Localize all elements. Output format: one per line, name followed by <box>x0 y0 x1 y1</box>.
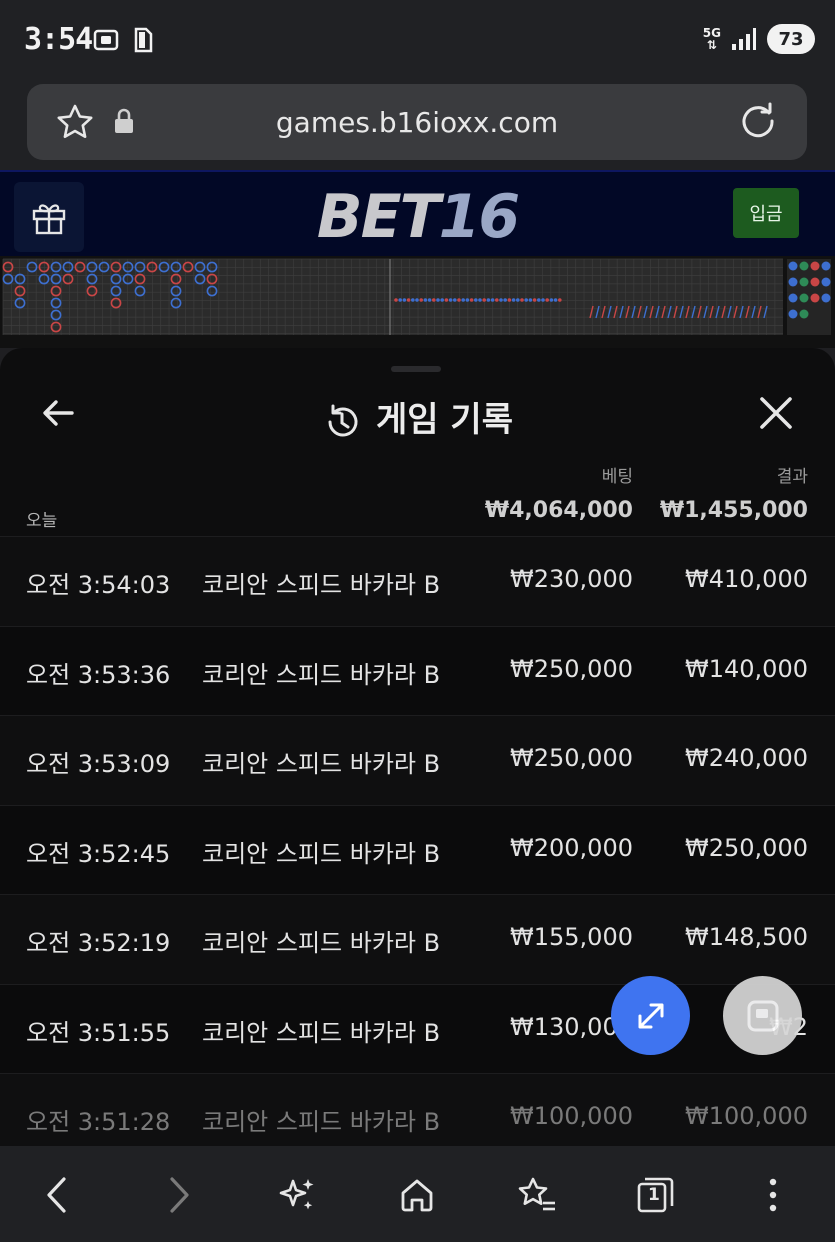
url-text[interactable]: games.b16ioxx.com <box>27 106 807 139</box>
deposit-button[interactable]: 입금 <box>733 188 799 238</box>
row-bet-amount: ₩250,000 <box>510 654 633 683</box>
ai-assistant-button[interactable] <box>272 1170 322 1220</box>
panel-header: 게임 기록 <box>0 378 835 448</box>
column-header-result: 결과 <box>776 467 808 487</box>
bookmark-list-icon <box>518 1177 555 1211</box>
row-time: 오전 3:51:28 <box>26 1108 171 1136</box>
home-button[interactable] <box>392 1170 442 1220</box>
row-bet-amount: ₩100,000 <box>510 1102 633 1130</box>
row-result-amount: ₩140,000 <box>685 654 808 683</box>
history-row[interactable]: 오전 3:52:45 코리안 스피드 바카라 B ₩200,000 ₩250,000 <box>0 804 835 894</box>
row-time: 오전 3:53:36 <box>26 660 171 689</box>
row-result-amount: ₩250,000 <box>685 833 808 862</box>
expand-button[interactable] <box>611 976 690 1055</box>
history-icon <box>328 404 358 436</box>
battery-icon: 73 <box>767 24 815 54</box>
home-icon <box>401 1179 433 1212</box>
row-game-name: 코리안 스피드 바카라 B <box>202 1018 441 1047</box>
history-row[interactable]: 오전 3:52:19 코리안 스피드 바카라 B ₩155,000 ₩148,500 <box>0 894 835 984</box>
close-icon[interactable] <box>753 390 799 436</box>
sparkles-icon <box>279 1179 314 1210</box>
row-bet-amount: ₩200,000 <box>510 833 633 862</box>
status-notification-icons <box>92 26 154 54</box>
row-time: 오전 3:52:19 <box>26 929 171 957</box>
history-row[interactable]: 오전 3:53:36 코리안 스피드 바카라 B ₩250,000 ₩140,000 <box>0 625 835 715</box>
row-result-amount: ₩240,000 <box>685 744 808 772</box>
more-vertical-icon <box>769 1178 777 1212</box>
history-row[interactable]: 오전 3:51:28 코리안 스피드 바카라 B ₩100,000 ₩100,000 <box>0 1073 835 1146</box>
nav-back-button[interactable] <box>32 1170 82 1220</box>
status-time: 3:54 <box>24 22 93 57</box>
minimize-window-button[interactable] <box>723 976 802 1055</box>
roadmap-grid <box>2 258 831 335</box>
drag-handle[interactable] <box>391 366 441 372</box>
row-time: 오전 3:51:55 <box>26 1018 171 1047</box>
date-group-label: 오늘 <box>26 511 58 531</box>
chevron-right-icon <box>170 1177 189 1213</box>
more-menu-button[interactable] <box>748 1170 798 1220</box>
row-game-name: 코리안 스피드 바카라 B <box>202 750 441 778</box>
row-result-amount: ₩100,000 <box>685 1102 808 1130</box>
column-header-bet: 베팅 <box>601 467 633 487</box>
row-game-name: 코리안 스피드 바카라 B <box>202 1108 441 1136</box>
row-game-name: 코리안 스피드 바카라 B <box>202 660 441 689</box>
panel-title: 게임 기록 <box>0 392 835 442</box>
sim-card-icon <box>134 27 153 53</box>
network-indicator: 5G ⇅ <box>702 26 721 52</box>
history-row[interactable]: 오전 3:51:55코리안 스피드 바카라 B₩130,000₩2 <box>0 983 835 1073</box>
window-icon <box>747 1000 778 1031</box>
row-game-name: 코리안 스피드 바카라 B <box>202 571 441 599</box>
row-time: 오전 3:53:09 <box>26 750 171 778</box>
address-bar[interactable]: games.b16ioxx.com <box>27 84 807 160</box>
game-history-panel: 게임 기록 베팅 결과 오늘 ₩4,064,000 ₩1,455,000 오전 … <box>0 348 835 1146</box>
total-result: ₩1,455,000 <box>659 498 808 523</box>
reload-icon[interactable] <box>737 100 779 142</box>
baccarat-roadmap <box>0 256 835 348</box>
status-bar: 3:54 5G ⇅ 73 <box>0 0 835 80</box>
row-bet-amount: ₩230,000 <box>510 565 633 593</box>
tabs-button[interactable]: 1 <box>630 1170 680 1220</box>
site-header: BET16 입금 <box>0 170 835 258</box>
total-bet: ₩4,064,000 <box>484 498 633 523</box>
row-time: 오전 3:52:45 <box>26 839 171 868</box>
tabs-count: 1 <box>648 1185 660 1205</box>
row-time: 오전 3:54:03 <box>26 571 171 599</box>
bookmarks-button[interactable] <box>511 1170 561 1220</box>
row-bet-amount: ₩155,000 <box>510 923 633 951</box>
expand-icon <box>638 1003 663 1028</box>
history-row[interactable]: 오전 3:53:09 코리안 스피드 바카라 B ₩250,000 ₩240,000 <box>0 715 835 805</box>
browser-toolbar: games.b16ioxx.com <box>0 80 835 170</box>
history-row[interactable]: 오전 3:54:03 코리안 스피드 바카라 B ₩230,000 ₩410,000 <box>0 536 835 626</box>
panel-title-text: 게임 기록 <box>376 400 513 440</box>
history-list: 오전 3:54:03 코리안 스피드 바카라 B ₩230,000 ₩410,000 오… <box>0 536 835 1146</box>
row-result-amount: ₩148,500 <box>685 923 808 951</box>
row-game-name: 코리안 스피드 바카라 B <box>202 929 441 957</box>
browser-bottom-nav: 1 <box>0 1146 835 1242</box>
chevron-left-icon <box>47 1177 66 1213</box>
screenshot-icon <box>93 29 119 51</box>
row-result-amount: ₩410,000 <box>685 565 808 593</box>
site-logo[interactable]: BET16 <box>0 182 835 252</box>
signal-icon <box>732 28 756 50</box>
row-bet-amount: ₩250,000 <box>510 744 633 772</box>
row-game-name: 코리안 스피드 바카라 B <box>202 839 441 868</box>
nav-forward-button[interactable] <box>154 1170 204 1220</box>
